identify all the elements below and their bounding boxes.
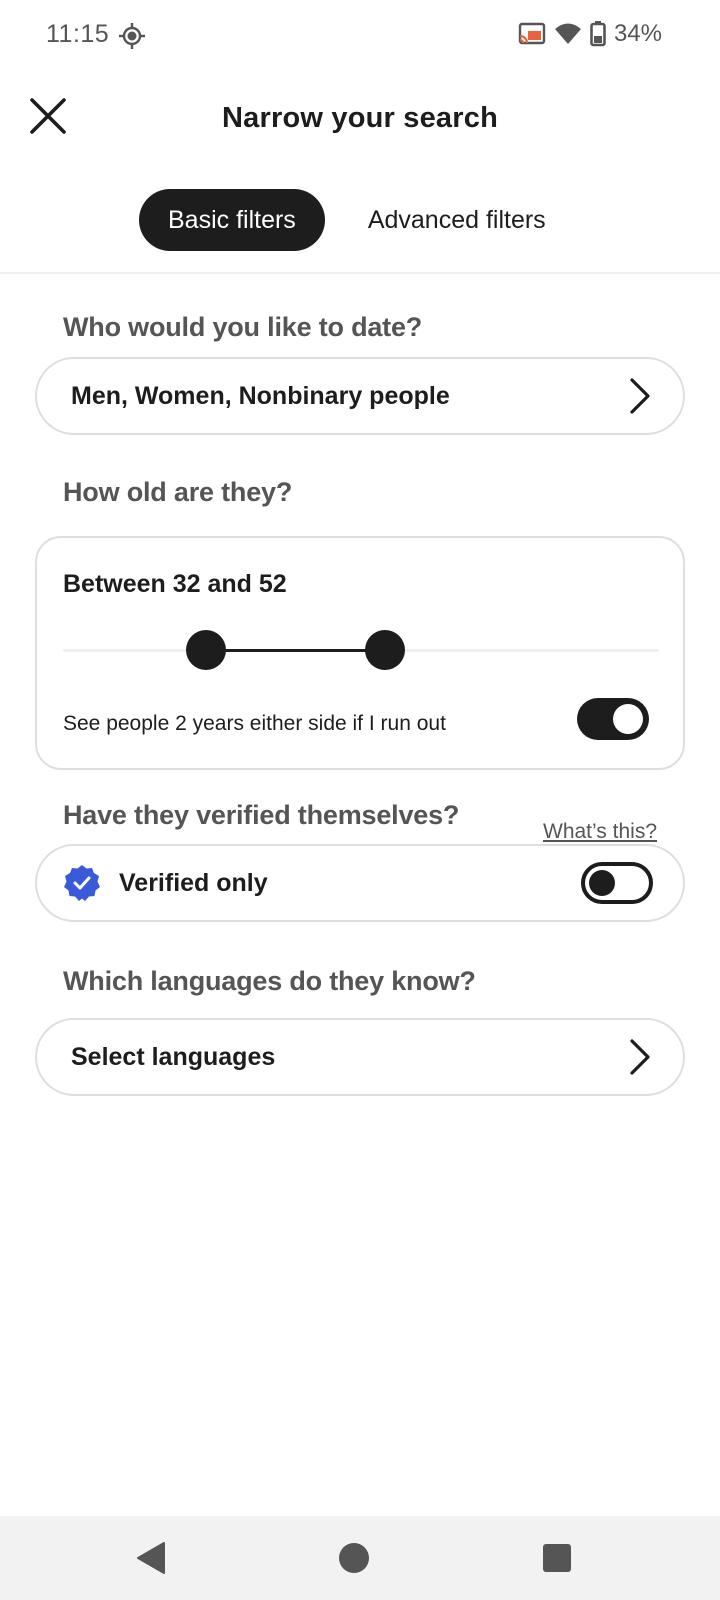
age-extend-toggle[interactable]: [577, 698, 649, 740]
status-time: 11:15: [46, 20, 110, 48]
toggle-knob: [613, 704, 643, 734]
battery-percent: 34%: [613, 20, 662, 47]
verified-only-row: Verified only: [35, 844, 685, 922]
verified-only-label: Verified only: [119, 868, 268, 897]
recents-icon[interactable]: [539, 1540, 575, 1576]
status-bar: 11:15 34%: [0, 0, 720, 72]
gender-selector[interactable]: Men, Women, Nonbinary people: [35, 357, 685, 435]
age-extend-text: See people 2 years either side if I run …: [63, 712, 446, 735]
header-divider: [0, 272, 720, 274]
tab-advanced-filters[interactable]: Advanced filters: [339, 189, 575, 251]
age-card: Between 32 and 52 See people 2 years eit…: [35, 536, 685, 770]
home-icon[interactable]: [336, 1540, 372, 1576]
gender-section-label: Who would you like to date?: [63, 312, 423, 342]
page-title: Narrow your search: [222, 102, 498, 134]
slider-min-thumb[interactable]: [186, 630, 227, 670]
slider-selected-range: [206, 649, 385, 652]
languages-section-label: Which languages do they know?: [63, 966, 476, 996]
gender-value: Men, Women, Nonbinary people: [71, 381, 450, 410]
languages-selector[interactable]: Select languages: [35, 1018, 685, 1096]
languages-value: Select languages: [71, 1042, 276, 1071]
tab-basic-filters[interactable]: Basic filters: [139, 189, 325, 251]
toggle-knob: [589, 870, 615, 896]
slider-max-thumb[interactable]: [364, 630, 405, 670]
age-section-label: How old are they?: [63, 477, 293, 507]
filter-tabs: Basic filters Advanced filters: [139, 189, 575, 251]
wifi-icon: [554, 23, 581, 44]
cast-icon: [518, 22, 546, 45]
verification-section-label: Have they verified themselves?: [63, 800, 460, 830]
system-nav-bar: [0, 1516, 720, 1600]
chevron-right-icon: [630, 378, 650, 414]
status-icons: 34%: [518, 20, 662, 48]
whats-this-link[interactable]: What’s this?: [543, 820, 657, 844]
verified-badge-icon: [64, 865, 100, 901]
battery-icon: [590, 21, 606, 47]
age-range-slider[interactable]: [63, 628, 659, 674]
age-range-text: Between 32 and 52: [63, 570, 287, 598]
verified-only-toggle[interactable]: [581, 862, 653, 904]
location-icon: [119, 23, 145, 49]
back-icon[interactable]: [134, 1540, 170, 1576]
chevron-right-icon: [630, 1039, 650, 1075]
